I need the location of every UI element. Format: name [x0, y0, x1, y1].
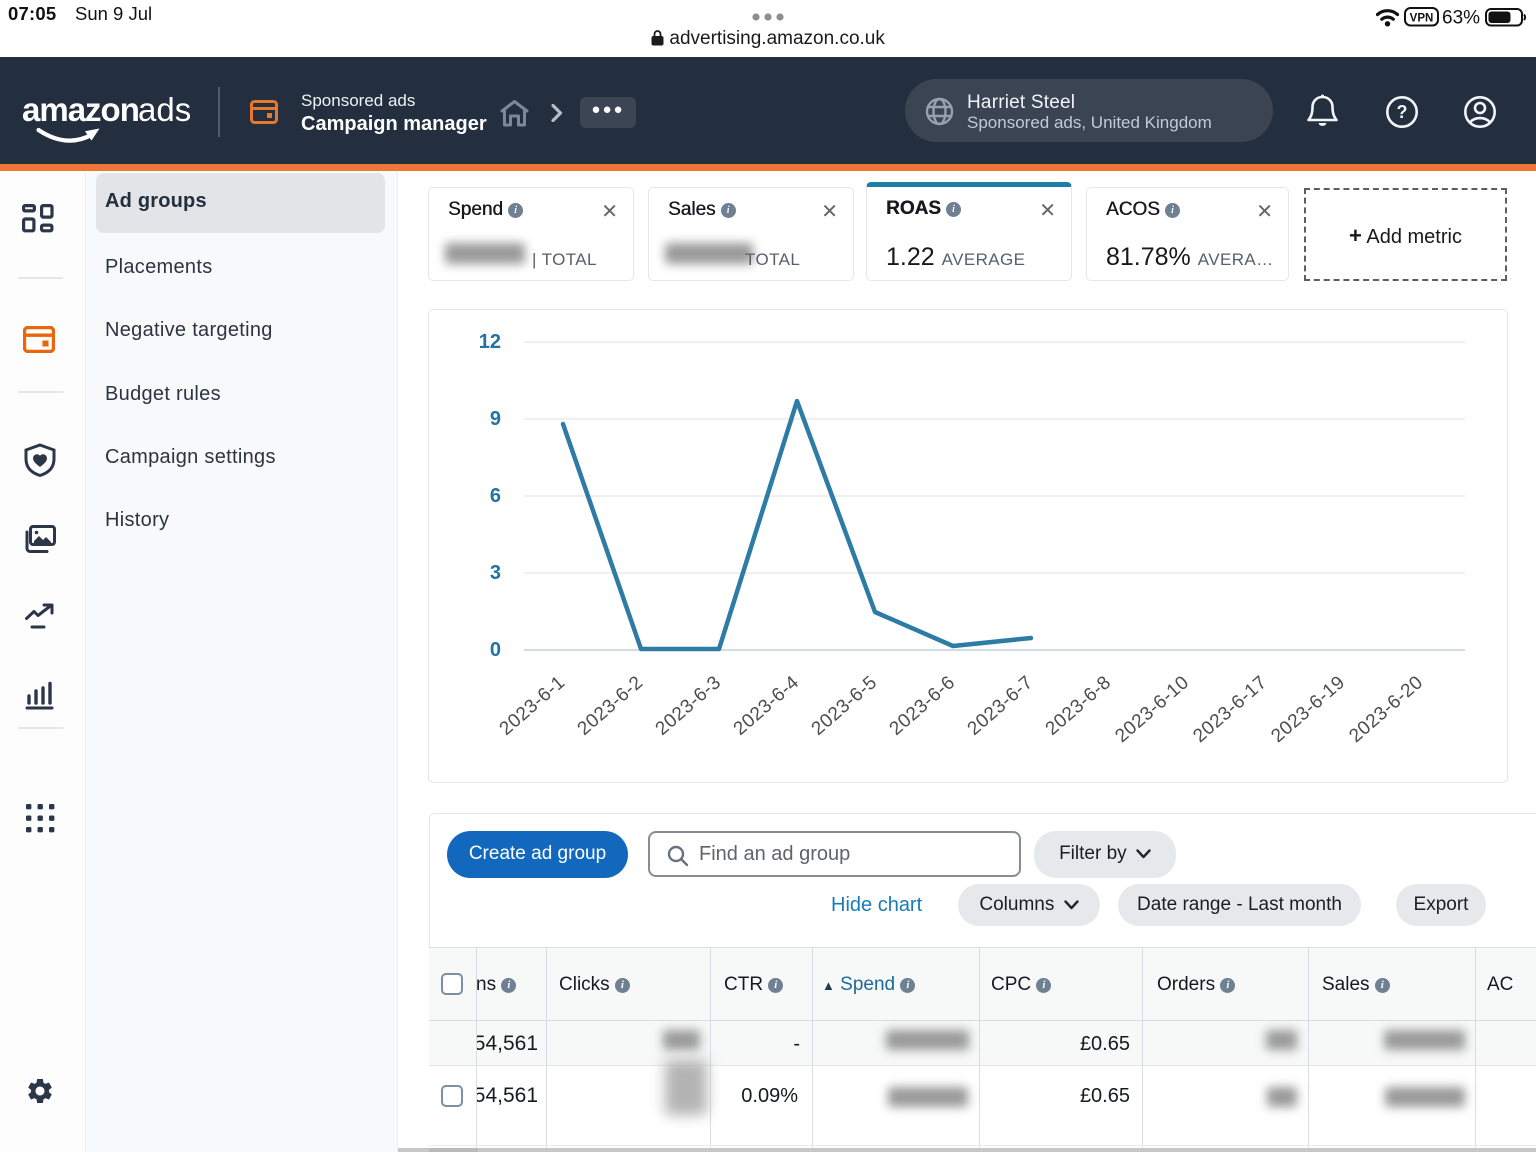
svg-text:2023-6-3: 2023-6-3 — [652, 672, 726, 740]
svg-text:2023-6-17: 2023-6-17 — [1189, 672, 1271, 747]
svg-text:2023-6-8: 2023-6-8 — [1042, 672, 1116, 740]
svg-text:amazon: amazon — [22, 91, 139, 128]
svg-text:2023-6-5: 2023-6-5 — [808, 672, 882, 740]
svg-text:2023-6-6: 2023-6-6 — [886, 672, 960, 740]
svg-text:2023-6-2: 2023-6-2 — [574, 672, 648, 740]
svg-text:12: 12 — [479, 331, 501, 353]
svg-text:2023-6-10: 2023-6-10 — [1111, 672, 1193, 747]
svg-text:2023-6-7: 2023-6-7 — [964, 672, 1038, 740]
svg-text:2023-6-20: 2023-6-20 — [1345, 672, 1427, 747]
svg-text:6: 6 — [490, 485, 501, 507]
svg-text:2023-6-19: 2023-6-19 — [1267, 672, 1349, 747]
svg-text:2023-6-4: 2023-6-4 — [730, 672, 804, 740]
svg-text:0: 0 — [490, 639, 501, 661]
svg-text:?: ? — [1397, 102, 1408, 122]
svg-text:ads: ads — [138, 91, 191, 128]
svg-text:2023-6-1: 2023-6-1 — [496, 672, 570, 740]
svg-text:VPN: VPN — [1410, 13, 1434, 25]
svg-text:9: 9 — [490, 408, 501, 430]
svg-text:63%: 63% — [1442, 8, 1480, 29]
svg-text:3: 3 — [490, 562, 501, 584]
